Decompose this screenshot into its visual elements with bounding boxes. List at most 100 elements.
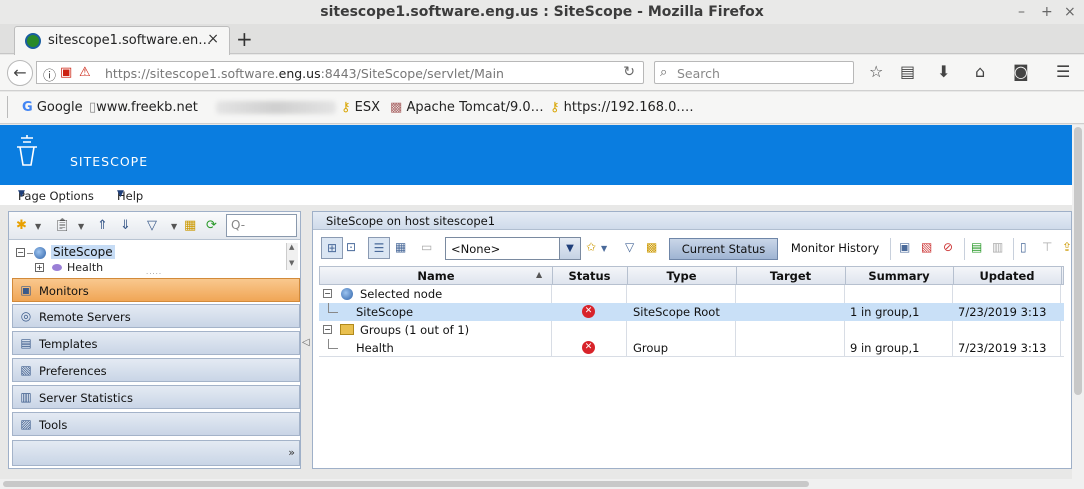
google-icon: G [22, 100, 33, 115]
menu-icon[interactable]: ☰ [1056, 62, 1070, 81]
col-target[interactable]: Target [736, 269, 845, 283]
table-group-row[interactable]: − Groups (1 out of 1) [319, 321, 1064, 339]
app-header: SITESCOPE [0, 125, 1072, 185]
favorites-icon[interactable]: ✩ [586, 240, 596, 254]
tree-search-input[interactable]: Q- [226, 214, 297, 237]
col-status[interactable]: Status [552, 269, 627, 283]
row-updated: 7/23/2019 3:13 [958, 305, 1047, 319]
nav-overflow[interactable]: » [12, 440, 300, 466]
disable-monitor-icon[interactable]: ▧ [921, 240, 932, 254]
current-status-button[interactable]: Current Status [669, 238, 778, 260]
bookmark-google[interactable]: G Google [22, 100, 83, 115]
content-title: SiteScope on host sitescope1 [326, 214, 496, 228]
refresh-icon[interactable]: ⟳ [206, 218, 217, 233]
bookmark-tomcat[interactable]: ▩ Apache Tomcat/9.0… [390, 100, 544, 115]
page-vertical-scrollbar[interactable] [1072, 125, 1084, 481]
expand-node-icon[interactable]: + [35, 263, 44, 272]
table-group-row[interactable]: − Selected node [319, 285, 1064, 303]
blurred-bookmark[interactable] [216, 101, 336, 114]
home-icon[interactable]: ⌂ [975, 62, 985, 81]
nav-preferences[interactable]: ▧ Preferences [12, 358, 300, 382]
tree-scrollbar[interactable]: ▲ ▼ [286, 243, 298, 270]
tools-icon: ▨ [20, 417, 32, 431]
chevron-down-icon[interactable]: ▼ [559, 238, 580, 259]
bookmark-star-icon[interactable]: ☆ [869, 62, 883, 81]
collapse-group-icon[interactable]: − [323, 325, 332, 334]
favorites-dropdown-icon[interactable]: ▼ [601, 244, 607, 253]
page-horizontal-scrollbar[interactable] [0, 479, 1084, 489]
nav-server-statistics[interactable]: ▥ Server Statistics [12, 385, 300, 409]
filter-icon[interactable]: ▽ [147, 218, 157, 233]
tree-view-icon[interactable]: ⊞ [321, 237, 343, 259]
tomcat-icon: ▩ [390, 100, 403, 115]
filter-dropdown-icon[interactable]: ▼ [171, 222, 177, 231]
bookmark-freekb[interactable]: ▯www.freekb.net [89, 100, 198, 115]
tab-title: sitescope1.software.en… [48, 33, 212, 48]
downloads-icon[interactable]: ⬇ [937, 62, 950, 81]
filter-settings-icon[interactable]: ▩ [646, 240, 657, 254]
bookmark-esx[interactable]: ⚷ ESX [341, 100, 380, 115]
error-status-icon: ✕ [582, 305, 595, 318]
table-row[interactable]: SiteScope ✕ SiteScope Root 1 in group,1 … [319, 303, 1064, 321]
list-view-icon[interactable]: ☰ [368, 237, 390, 259]
run-monitor-icon[interactable]: ▤ [971, 240, 982, 254]
close-window-icon[interactable]: × [1064, 0, 1076, 24]
col-type[interactable]: Type [627, 269, 736, 283]
col-name[interactable]: Name [320, 269, 552, 283]
folder-icon [340, 324, 354, 335]
chevron-double-down-icon[interactable]: » [288, 446, 295, 459]
report-icon[interactable]: ▯ [1020, 240, 1027, 254]
nav-templates[interactable]: ▤ Templates [12, 331, 300, 355]
close-tab-icon[interactable]: × [207, 31, 219, 47]
new-tab-icon[interactable]: + [236, 27, 253, 51]
reload-icon[interactable]: ↻ [623, 64, 635, 80]
acknowledge-icon[interactable]: ⊘ [943, 240, 953, 254]
node-view-icon[interactable]: ⊡ [346, 240, 356, 254]
grid-view-icon[interactable]: ▦ [395, 240, 406, 254]
filter-icon[interactable]: ▽ [625, 240, 634, 254]
row-name[interactable]: Health [356, 341, 394, 355]
monitor-icon[interactable]: ▣ [899, 240, 910, 254]
monitor-tree-icon[interactable]: ▦ [184, 218, 196, 233]
nav-monitors[interactable]: ▣ Monitors [12, 278, 300, 302]
tree-node-sitescope[interactable]: SiteScope [51, 245, 115, 259]
minimize-icon[interactable]: – [1018, 0, 1025, 24]
maximize-icon[interactable]: + [1041, 0, 1053, 24]
info-icon[interactable]: ⓘ [43, 65, 56, 84]
collapse-group-icon[interactable]: − [323, 289, 332, 298]
collapse-all-icon[interactable]: ⇑ [97, 218, 108, 233]
vertical-scroll-thumb[interactable] [1074, 127, 1082, 395]
export-icon[interactable]: ⇪ [1062, 240, 1072, 254]
url-bar[interactable]: ⓘ ▣ ⚠ https://sitescope1.software.eng.us… [36, 61, 644, 84]
collapse-panel-icon[interactable]: ◁ [302, 337, 310, 348]
splitter-grip[interactable]: ····· [146, 270, 162, 278]
new-item-icon[interactable]: ✱ [16, 218, 27, 233]
col-summary[interactable]: Summary [845, 269, 953, 283]
back-arrow-icon[interactable]: ← [7, 60, 33, 86]
bookmark-192-168[interactable]: ⚷ https://192.168.0.… [550, 100, 694, 115]
paste-dropdown-icon[interactable]: ▼ [78, 222, 84, 231]
insecure-lock-icon[interactable]: ▣ [60, 65, 72, 80]
nav-tools[interactable]: ▨ Tools [12, 412, 300, 436]
col-updated[interactable]: Updated [953, 269, 1061, 283]
horizontal-scroll-thumb[interactable] [3, 481, 809, 487]
tools-icon[interactable]: ⊤ [1042, 240, 1052, 254]
table-row[interactable]: Health ✕ Group 9 in group,1 7/23/2019 3:… [319, 339, 1064, 357]
view-select[interactable]: <None> ▼ [445, 237, 581, 260]
monitor-history-button[interactable]: Monitor History [786, 238, 884, 260]
row-type: Group [633, 341, 669, 355]
collapse-node-icon[interactable]: − [16, 248, 25, 257]
new-dropdown-icon[interactable]: ▼ [35, 222, 41, 231]
search-input[interactable]: ⌕ Search [654, 61, 854, 84]
browser-tab[interactable]: sitescope1.software.en… × [14, 26, 230, 55]
nav-remote-servers[interactable]: ◎ Remote Servers [12, 304, 300, 328]
sort-icon[interactable]: ▲ [536, 270, 542, 279]
folder-view-icon[interactable]: ▭ [421, 240, 432, 254]
paste-icon[interactable]: 📋︎ [54, 218, 71, 233]
reading-list-icon[interactable]: ▤ [900, 62, 915, 81]
clear-icon[interactable]: ▥ [992, 240, 1003, 254]
tree-node-health[interactable]: Health [67, 261, 103, 274]
expand-all-icon[interactable]: ⇓ [120, 218, 131, 233]
pocket-icon[interactable]: ◙ [1013, 62, 1029, 81]
row-name[interactable]: SiteScope [356, 305, 413, 319]
